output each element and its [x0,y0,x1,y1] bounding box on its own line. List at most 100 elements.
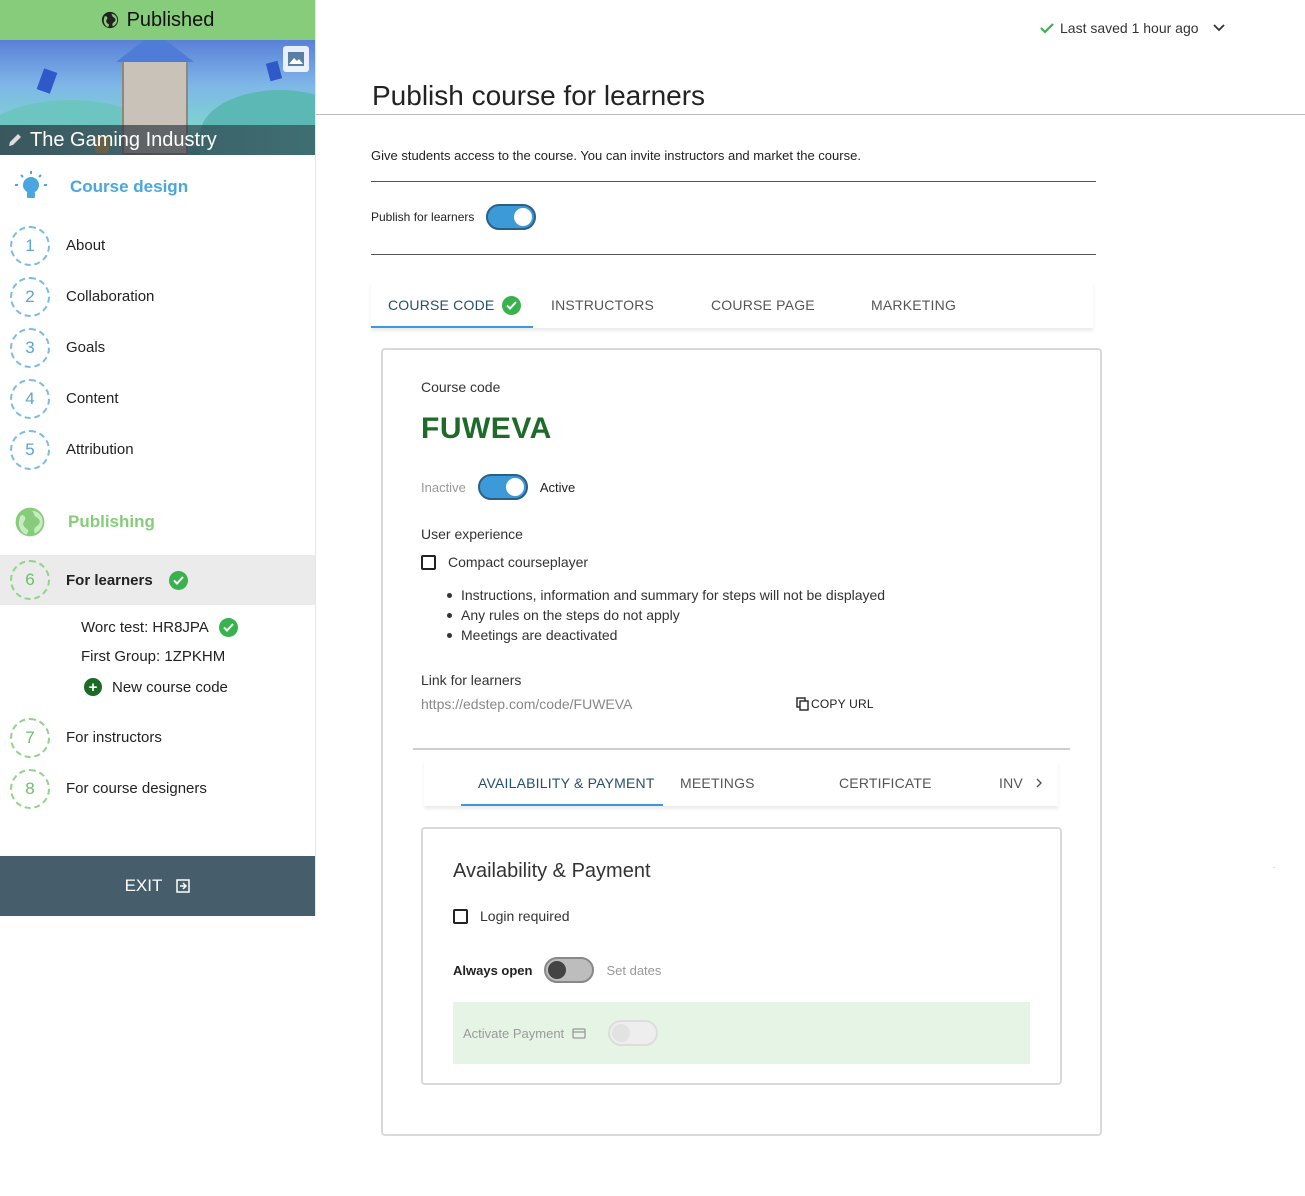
availability-toggle[interactable] [544,957,595,983]
course-code-label: Worc test: HR8JPA [81,619,209,636]
sidebar-item-label: Goals [66,339,106,356]
sidebar-item-for-instructors[interactable]: 7 For instructors [0,712,315,763]
user-experience-label: User experience [421,526,523,542]
divider [413,748,1070,750]
save-status-dropdown[interactable]: Last saved 1 hour ago [1040,20,1225,36]
save-status-text: Last saved 1 hour ago [1060,20,1199,36]
sidebar-item-content[interactable]: 4 Content [0,373,315,424]
compact-courseplayer-row[interactable]: Compact courseplayer [421,554,588,570]
tab-invites[interactable]: INV [999,760,1023,806]
learner-link-url: https://edstep.com/code/FUWEVA [421,696,633,712]
credit-card-icon [572,1027,586,1039]
step-number: 6 [10,560,50,600]
page-description: Give students access to the course. You … [371,148,861,163]
tab-course-code[interactable]: COURSE CODE [388,282,522,328]
sidebar-item-goals[interactable]: 3 Goals [0,322,315,373]
step-number: 3 [10,327,50,368]
step-number: 8 [10,768,50,809]
link-for-learners-label: Link for learners [421,672,522,688]
availability-title: Availability & Payment [453,860,651,882]
exit-icon [176,879,191,893]
publish-row: Publish for learners [371,204,537,230]
tab-label: MARKETING [871,297,957,313]
publishing-header[interactable]: Publishing [0,502,315,542]
course-code-item[interactable]: Worc test: HR8JPA [81,618,238,637]
payment-toggle[interactable] [608,1020,659,1046]
check-circle-icon [168,570,188,590]
decorative-dot [1273,867,1275,868]
payment-section: Activate Payment [453,1002,1030,1064]
tab-course-page[interactable]: COURSE PAGE [711,282,815,328]
chevron-right-icon [1036,778,1042,788]
page-title: Publish course for learners [372,80,706,111]
publish-toggle[interactable] [486,204,537,230]
chevron-down-icon [1212,24,1225,32]
active-toggle[interactable] [477,474,528,500]
login-required-checkbox[interactable] [453,908,468,924]
tab-marketing[interactable]: MARKETING [871,282,956,328]
exit-label: EXIT [124,876,163,895]
divider [371,254,1096,255]
new-course-code-label: New course code [112,678,228,696]
sidebar-item-for-course-designers[interactable]: 8 For course designers [0,763,315,814]
divider [316,114,1305,115]
active-tab-indicator [461,804,663,806]
inactive-label: Inactive [421,479,466,495]
copy-icon [796,697,809,711]
always-open-label: Always open [453,962,533,978]
course-code-label: First Group: 1ZPKHM [81,648,226,665]
sidebar: Published The Gaming Industry Course des… [0,0,316,916]
compact-courseplayer-checkbox[interactable] [421,554,436,570]
image-icon [288,52,304,66]
check-circle-icon [502,295,522,315]
tab-label: INSTRUCTORS [551,297,655,313]
active-tab-indicator [371,326,533,328]
sidebar-item-label: For learners [66,571,153,589]
tab-meetings[interactable]: MEETINGS [680,760,755,806]
new-course-code-button[interactable]: + New course code [84,678,228,696]
published-banner: Published [0,0,315,40]
sidebar-item-label: Content [66,390,119,407]
sidebar-item-label: For course designers [66,780,207,797]
plus-circle-icon: + [84,678,102,696]
list-item: Instructions, information and summary fo… [446,586,885,606]
main-tabs: COURSE CODE INSTRUCTORS COURSE PAGE MARK… [371,282,1093,328]
exit-button[interactable]: EXIT [0,856,315,916]
sidebar-item-attribution[interactable]: 5 Attribution [0,424,315,475]
sidebar-item-label: Attribution [66,441,134,458]
course-design-label: Course design [70,177,189,196]
course-code-item[interactable]: First Group: 1ZPKHM [81,648,225,665]
availability-toggle-row: Always open Set dates [453,957,661,983]
lightbulb-icon [15,171,47,198]
course-title-bar[interactable]: The Gaming Industry [0,125,315,155]
copy-url-button[interactable]: COPY URL [796,697,874,711]
sidebar-item-label: For instructors [66,729,162,746]
sidebar-item-collaboration[interactable]: 2 Collaboration [0,271,315,322]
tab-label: COURSE CODE [388,297,495,313]
tab-label: AVAILABILITY & PAYMENT [478,775,655,791]
compact-courseplayer-label: Compact courseplayer [448,554,589,570]
sidebar-item-about[interactable]: 1 About [0,220,315,271]
login-required-label: Login required [480,908,570,924]
sidebar-item-for-learners[interactable]: 6 For learners [0,555,315,605]
tabs-scroll-right[interactable] [1036,760,1042,806]
tab-availability-payment[interactable]: AVAILABILITY & PAYMENT [478,760,655,806]
copy-url-label: COPY URL [811,697,874,711]
tab-label: MEETINGS [680,775,755,791]
course-code-heading: Course code [421,379,501,395]
login-required-row[interactable]: Login required [453,908,570,924]
tab-instructors[interactable]: INSTRUCTORS [551,282,654,328]
globe-icon [101,11,118,29]
course-design-header[interactable]: Course design [0,167,315,207]
pencil-icon [9,134,21,146]
check-circle-icon [218,618,238,637]
sidebar-item-label: Collaboration [66,288,155,305]
tab-label: CERTIFICATE [839,775,932,791]
change-image-button[interactable] [283,46,309,72]
activate-payment-label: Activate Payment [463,1025,565,1041]
tab-label: INV [999,775,1023,791]
tab-certificate[interactable]: CERTIFICATE [839,760,932,806]
globe-icon [15,507,45,537]
step-number: 5 [10,429,50,470]
published-label: Published [126,8,215,31]
